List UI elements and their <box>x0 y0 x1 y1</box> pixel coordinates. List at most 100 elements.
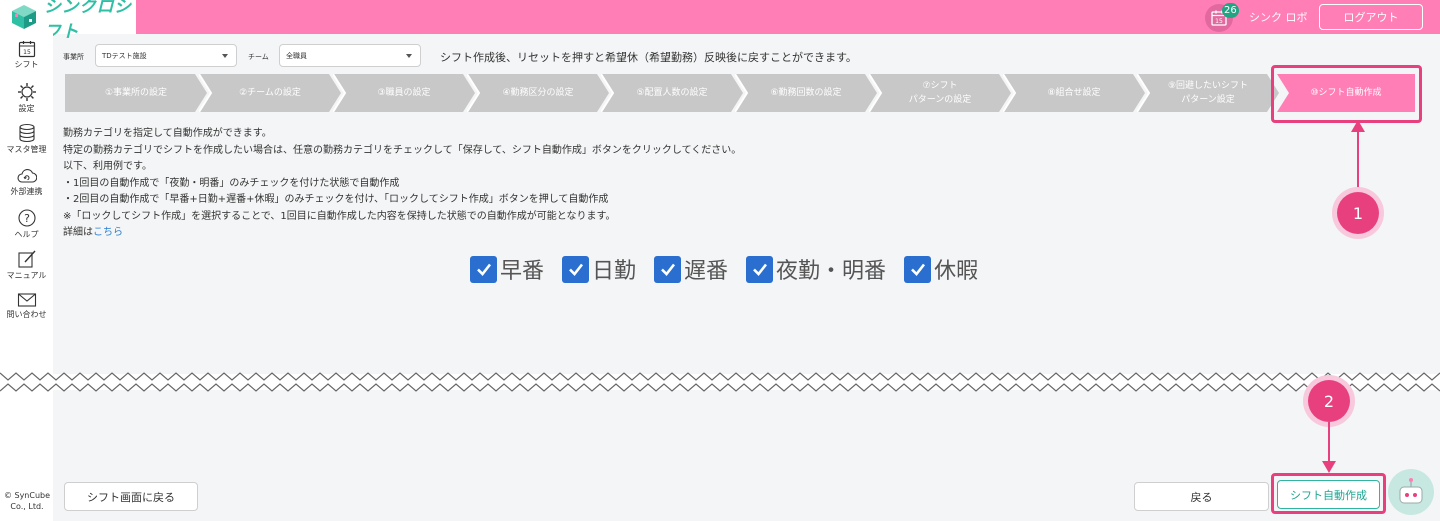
category-checkbox-late[interactable]: 遅番 <box>654 253 728 285</box>
description-line: ・1回目の自動作成で「夜勤・明番」のみチェックを付けた状態で自動作成 <box>63 177 400 189</box>
back-button[interactable]: 戻る <box>1134 482 1269 511</box>
info-text: シフト作成後、リセットを押すと希望休（希望勤務）反映後に戻すことができます。 <box>440 51 857 64</box>
team-label: チーム <box>248 53 269 61</box>
header-calendar-day: 15 <box>1215 18 1223 25</box>
sidebar-calendar-day: 15 <box>23 49 31 56</box>
back-to-shift-button[interactable]: シフト画面に戻る <box>64 482 198 511</box>
office-select-value: TDテスト施設 <box>102 51 147 60</box>
checkbox-checked-icon[interactable] <box>562 255 590 283</box>
auto-create-button[interactable]: シフト自動作成 <box>1277 480 1380 509</box>
step-label: ⑤配置人数の設定 <box>636 88 708 98</box>
help-icon: ? <box>17 209 36 227</box>
step-label: ⑦シフトパターンの設定 <box>909 79 972 107</box>
step-label: ③職員の設定 <box>377 88 431 98</box>
app-logo[interactable]: シンクロシフト <box>0 0 136 42</box>
database-icon <box>18 123 35 143</box>
description-line: 勤務カテゴリを指定して自動作成ができます。 <box>63 128 272 139</box>
callout-line-1 <box>1357 124 1359 192</box>
calendar-icon: 15 <box>18 41 35 58</box>
sidebar-item-label: マスタ管理 <box>6 145 47 154</box>
step-label: ⑨回避したいシフト パターン設定 <box>1168 79 1248 107</box>
sidebar-item-label: 外部連携 <box>10 187 43 196</box>
checkbox-checked-icon[interactable] <box>746 255 774 283</box>
callout-badge-1: 1 <box>1337 192 1379 234</box>
step-avoid-pattern[interactable]: ⑨回避したいシフト パターン設定 <box>1137 74 1279 112</box>
sidebar-item-label: 問い合わせ <box>6 310 47 319</box>
category-label: 夜勤・明番 <box>776 259 887 284</box>
step-label-line1: ⑨回避したいシフト <box>1167 81 1249 91</box>
sidebar-item-master[interactable]: マスタ管理 <box>0 123 53 155</box>
step-office[interactable]: ①事業所の設定 <box>65 74 207 112</box>
step-label: ⑩シフト自動作成 <box>1310 88 1382 98</box>
description-line: 特定の勤務カテゴリでシフトを作成したい場合は、任意の勤務カテゴリをチェックして「… <box>63 144 742 156</box>
cube-logo-icon <box>10 4 38 30</box>
step-label: ②チームの設定 <box>239 88 301 98</box>
mail-icon <box>17 293 36 307</box>
sidebar-item-label: 設定 <box>18 104 35 113</box>
gear-icon <box>17 83 36 101</box>
callout-badge-2: 2 <box>1308 380 1350 422</box>
step-label: ⑧組合せ設定 <box>1047 88 1101 98</box>
top-header: シンクロシフト 15 26 シンク ロボ ログアウト <box>0 0 1440 42</box>
checkbox-checked-icon[interactable] <box>904 255 932 283</box>
office-select[interactable]: TDテスト施設 <box>95 44 237 67</box>
copyright-line-2: Co., Ltd. <box>10 502 44 511</box>
detail-prefix: 詳細は <box>63 227 93 238</box>
category-checkbox-early[interactable]: 早番 <box>470 253 544 285</box>
callout-line-2 <box>1328 422 1330 466</box>
step-staffing[interactable]: ⑤配置人数の設定 <box>601 74 743 112</box>
step-work-count[interactable]: ⑥勤務回数の設定 <box>735 74 877 112</box>
user-name: シンク ロボ <box>1249 11 1308 24</box>
copyright-line-1: © SynCube <box>3 491 51 500</box>
category-checkbox-day[interactable]: 日勤 <box>562 253 636 285</box>
detail-line: 詳細はこちら <box>63 225 741 242</box>
description-line: 以下、利用例です。 <box>63 161 152 172</box>
checkbox-checked-icon[interactable] <box>654 255 682 283</box>
team-select-value: 全職員 <box>286 51 307 60</box>
zigzag-divider <box>0 372 1440 392</box>
sidebar-item-label: シフト <box>14 60 39 69</box>
sidebar-item-help[interactable]: ? ヘルプ <box>0 208 53 240</box>
office-label: 事業所 <box>63 53 84 61</box>
category-checkbox-night[interactable]: 夜勤・明番 <box>746 253 886 285</box>
detail-link[interactable]: こちら <box>93 227 123 238</box>
sidebar-item-manual[interactable]: マニュアル <box>0 249 53 281</box>
sidebar-item-label: ヘルプ <box>14 230 39 239</box>
step-combination[interactable]: ⑧組合せ設定 <box>1003 74 1145 112</box>
step-wizard: ①事業所の設定 ②チームの設定 ③職員の設定 ④勤務区分の設定 ⑤配置人数の設定… <box>65 74 1415 112</box>
logout-button[interactable]: ログアウト <box>1319 4 1423 30</box>
step-label-line2: パターン設定 <box>1181 95 1235 105</box>
chatbot-robot-icon[interactable] <box>1388 469 1434 515</box>
arrow-down-icon <box>1322 461 1336 473</box>
edit-icon <box>17 250 36 268</box>
category-label: 休暇 <box>934 259 979 284</box>
arrow-up-icon <box>1351 120 1365 132</box>
team-select[interactable]: 全職員 <box>279 44 421 67</box>
cloud-sync-icon <box>16 169 37 183</box>
sidebar: 15 シフト 設定 マスタ管理 外部連携 ? ヘルプ マニュアル 問い合わせ <box>0 34 53 521</box>
notification-badge: 26 <box>1222 3 1239 18</box>
step-label-line2: パターンの設定 <box>908 95 972 105</box>
sidebar-item-label: マニュアル <box>6 271 47 280</box>
svg-text:?: ? <box>24 212 30 225</box>
step-label: ①事業所の設定 <box>104 88 168 98</box>
step-shift-pattern[interactable]: ⑦シフトパターンの設定 <box>869 74 1011 112</box>
category-label: 遅番 <box>684 259 729 284</box>
chevron-down-icon <box>406 54 412 58</box>
step-staff[interactable]: ③職員の設定 <box>333 74 475 112</box>
description: 勤務カテゴリを指定して自動作成ができます。 特定の勤務カテゴリでシフトを作成した… <box>63 126 741 242</box>
sidebar-item-contact[interactable]: 問い合わせ <box>0 292 53 320</box>
chevron-down-icon <box>222 54 228 58</box>
sidebar-item-settings[interactable]: 設定 <box>0 82 53 114</box>
copyright: © SynCube Co., Ltd. <box>2 490 52 512</box>
step-label-line1: ⑦シフト <box>922 81 958 91</box>
sidebar-item-external[interactable]: 外部連携 <box>0 167 53 197</box>
checkbox-checked-icon[interactable] <box>470 255 497 283</box>
category-checkbox-leave[interactable]: 休暇 <box>904 253 978 285</box>
step-team[interactable]: ②チームの設定 <box>199 74 341 112</box>
category-checkboxes: 早番 日勤 遅番 夜勤・明番 休暇 <box>470 253 996 285</box>
app-title: シンクロシフト <box>44 0 132 42</box>
step-work-category[interactable]: ④勤務区分の設定 <box>467 74 609 112</box>
step-label: ⑥勤務回数の設定 <box>770 88 842 98</box>
sidebar-item-shift[interactable]: 15 シフト <box>0 40 53 70</box>
